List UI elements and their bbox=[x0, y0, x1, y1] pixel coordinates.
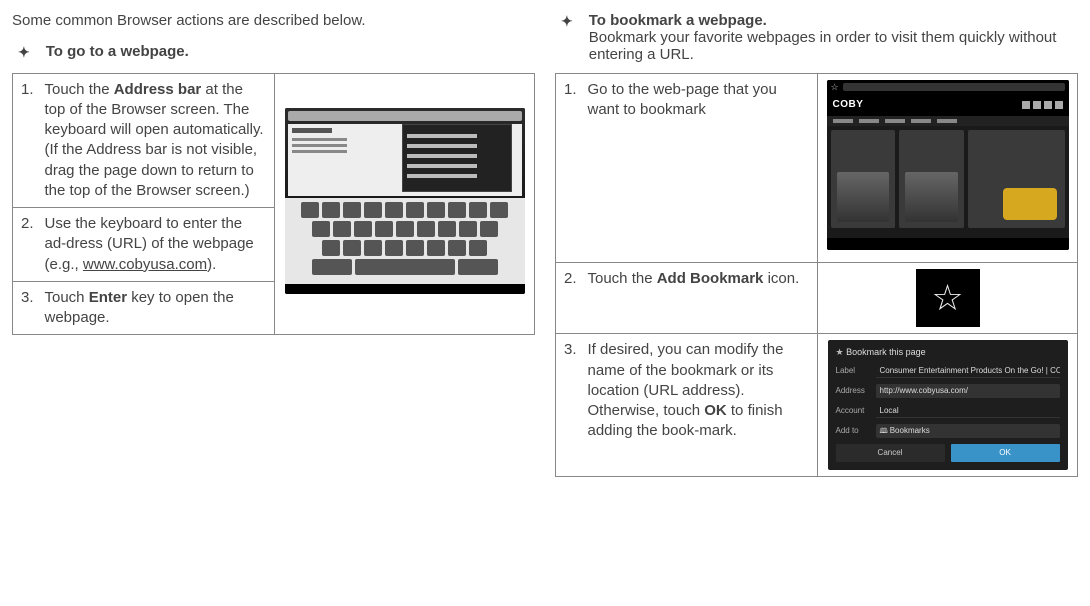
table-row: 1. Go to the web-page that you want to b… bbox=[556, 74, 1078, 263]
dialog-addto-value: Bookmarks bbox=[876, 424, 1060, 438]
step-number: 2. bbox=[556, 263, 588, 334]
step-number: 2. bbox=[13, 208, 45, 282]
dialog-addto-label: Add to bbox=[836, 426, 870, 437]
dialog-account-label: Account bbox=[836, 406, 870, 417]
left-steps-table: 1. Touch the Address bar at the top of t… bbox=[12, 73, 535, 336]
bookmark-dialog-screenshot: Bookmark this page Label Consumer Entert… bbox=[828, 340, 1068, 470]
step-number: 3. bbox=[556, 334, 588, 477]
step-text: If desired, you can modify the name of t… bbox=[588, 334, 818, 477]
right-heading-text: To bookmark a webpage bbox=[589, 12, 763, 29]
right-screenshot-2-cell: ☆ bbox=[818, 263, 1078, 334]
right-column: ✦ To bookmark a webpage. Bookmark your f… bbox=[555, 12, 1078, 477]
left-column: Some common Browser actions are describe… bbox=[12, 12, 535, 477]
coby-webpage-screenshot: ☆ COBY bbox=[827, 80, 1069, 250]
dialog-label-label: Label bbox=[836, 366, 870, 377]
dialog-label-value: Consumer Entertainment Products On the G… bbox=[876, 364, 1060, 378]
dialog-title: Bookmark this page bbox=[836, 346, 1060, 358]
add-bookmark-star-icon: ☆ bbox=[916, 269, 980, 327]
right-steps-table: 1. Go to the web-page that you want to b… bbox=[555, 73, 1078, 477]
table-row: 3. If desired, you can modify the name o… bbox=[556, 334, 1078, 477]
cross-icon: ✦ bbox=[18, 43, 30, 63]
cross-icon: ✦ bbox=[561, 12, 573, 32]
step-text: Touch Enter key to open the webpage. bbox=[45, 281, 275, 335]
dialog-account-value: Local bbox=[876, 404, 1060, 418]
right-section-heading: ✦ To bookmark a webpage. Bookmark your f… bbox=[561, 12, 1078, 63]
left-heading-text: To go to a webpage. bbox=[46, 43, 189, 60]
right-subtext: Bookmark your favorite webpages in order… bbox=[589, 29, 1078, 63]
two-column-layout: Some common Browser actions are describe… bbox=[12, 12, 1078, 477]
step-text: Go to the web-page that you want to book… bbox=[588, 74, 818, 263]
star-icon: ☆ bbox=[831, 81, 839, 93]
right-screenshot-1-cell: ☆ COBY bbox=[818, 74, 1078, 263]
step-number: 3. bbox=[13, 281, 45, 335]
right-screenshot-3-cell: Bookmark this page Label Consumer Entert… bbox=[818, 334, 1078, 477]
dialog-cancel-button: Cancel bbox=[836, 444, 945, 462]
step-text: Touch the Add Bookmark icon. bbox=[588, 263, 818, 334]
step-text: Use the keyboard to enter the ad-dress (… bbox=[45, 208, 275, 282]
step-number: 1. bbox=[556, 74, 588, 263]
left-section-heading: ✦ To go to a webpage. bbox=[18, 43, 535, 63]
step-number: 1. bbox=[13, 73, 45, 208]
left-screenshot-cell bbox=[275, 73, 535, 335]
intro-text: Some common Browser actions are describe… bbox=[12, 12, 535, 29]
coby-logo: COBY bbox=[833, 98, 864, 112]
browser-keyboard-screenshot bbox=[285, 108, 525, 294]
dialog-address-label: Address bbox=[836, 386, 870, 397]
table-row: 2. Touch the Add Bookmark icon. ☆ bbox=[556, 263, 1078, 334]
step-text: Touch the Address bar at the top of the … bbox=[45, 73, 275, 208]
table-row: 1. Touch the Address bar at the top of t… bbox=[13, 73, 535, 208]
dialog-address-value: http://www.cobyusa.com/ bbox=[876, 384, 1060, 398]
dialog-ok-button: OK bbox=[951, 444, 1060, 462]
